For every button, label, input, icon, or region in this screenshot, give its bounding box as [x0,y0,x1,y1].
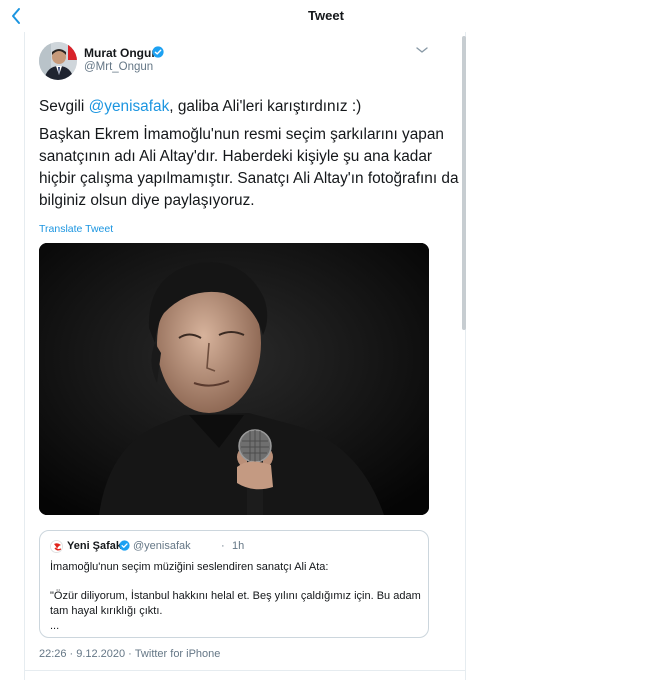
tweet-time[interactable]: 22:26 [39,648,67,660]
author-avatar[interactable] [39,42,77,80]
quoted-text-line: "Özür diliyorum, İstanbul hakkını helal … [50,590,421,602]
quoted-timestamp: 1h [232,540,245,552]
tweet-photo[interactable] [39,243,429,515]
scrollbar[interactable] [462,36,466,330]
tweet-text-line: sanatçının adı Ali Altay'dır. Haberdeki … [39,148,433,165]
quoted-author-handle: @yenisafak [133,540,191,552]
separator-dot: · [221,540,225,552]
author-name[interactable]: Murat Ongun [84,46,159,60]
mention-link[interactable]: @yenisafak [89,98,170,115]
tweet-text-segment: , galiba Ali'leri karıştırdınız :) [169,98,362,115]
quoted-avatar [50,540,63,553]
separator-dot: · [128,648,132,660]
separator-dot: · [69,648,74,660]
tweet-meta: 22:26 · 9.12.2020 · Twitter for iPhone [39,648,220,660]
more-options-icon[interactable] [415,46,429,54]
quoted-text-line: tam hayal kırıklığı çıktı. [50,605,163,617]
top-bar: Tweet [0,0,652,32]
tweet-text-line: Başkan Ekrem İmamoğlu'nun resmi seçim şa… [39,126,444,143]
tweet-text-line: Sevgili @yenisafak, galiba Ali'leri karı… [39,96,459,118]
page-title: Tweet [308,8,344,23]
tweet-date[interactable]: 9.12.2020 [76,648,125,660]
quoted-tweet[interactable]: Yeni Şafak @yenisafak · 1h İmamoğlu'nun … [39,530,429,638]
verified-badge-icon [119,540,130,551]
tweet-text-line: bilginiz olsun diye paylaşıyoruz. [39,192,255,209]
quoted-text-line: ... [50,620,60,632]
quoted-text-line: İmamoğlu'nun seçim müziğini seslendiren … [50,561,329,573]
author-handle[interactable]: @Mrt_Ongun [84,61,153,73]
divider [25,670,465,671]
quoted-author-name: Yeni Şafak [67,540,123,552]
tweet-text-segment: Sevgili [39,98,89,115]
tweet-source-link[interactable]: Twitter for iPhone [135,648,221,660]
tweet-text-line: hiçbir çalışma yapılmamıştır. Sanatçı Al… [39,170,459,187]
verified-badge-icon [152,46,164,58]
translate-tweet-link[interactable]: Translate Tweet [39,223,113,235]
